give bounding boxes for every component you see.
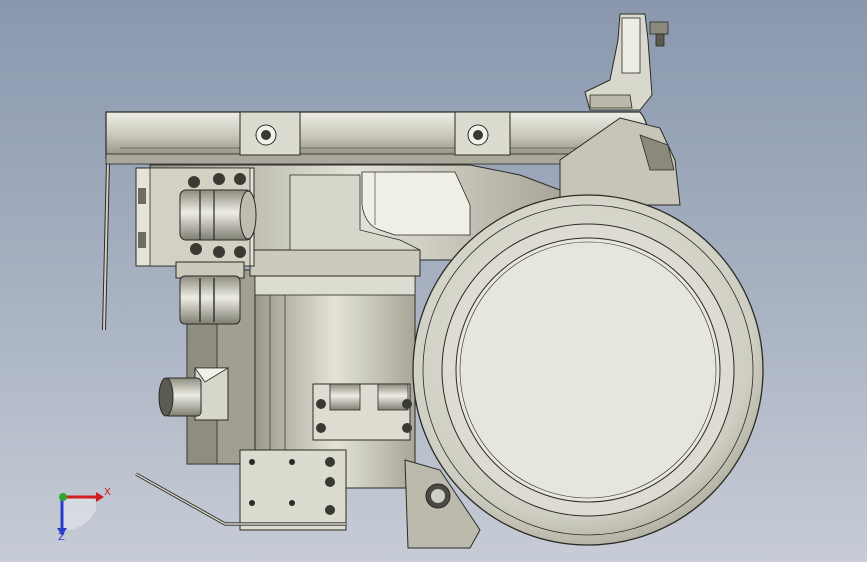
bearing-block (135, 167, 257, 267)
plate-pocket-right (454, 111, 511, 156)
triad-x-label: X (104, 487, 111, 498)
top-turntable-plate (105, 111, 649, 159)
triad-z-label: Z (58, 532, 65, 543)
model-drawing[interactable] (0, 0, 867, 562)
pin-clamp (175, 261, 245, 325)
drive-wheel (412, 194, 764, 546)
top-right-bracket (584, 13, 669, 111)
mid-bracket (312, 383, 412, 441)
triad-y-axis (59, 493, 67, 501)
bottom-mount-plate (239, 449, 347, 531)
cad-viewport[interactable]: X Y Z (0, 0, 867, 562)
coordinate-triad (57, 492, 104, 536)
plate-pocket-left (239, 111, 301, 156)
